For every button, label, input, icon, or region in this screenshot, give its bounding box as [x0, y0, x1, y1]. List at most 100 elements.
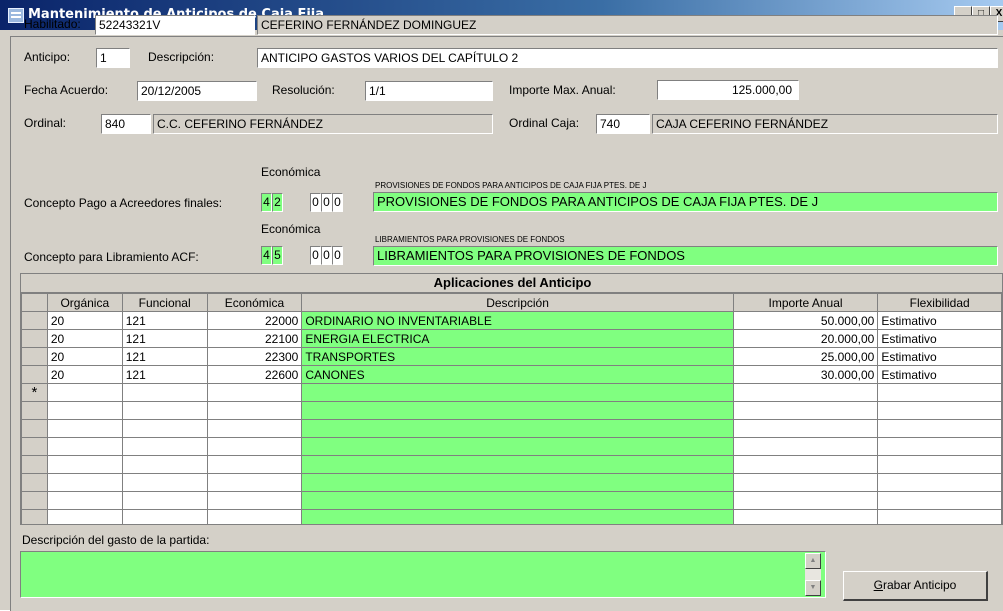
cell-descripcion: ENERGIA ELECTRICA — [301, 329, 734, 348]
cell-organica[interactable]: 20 — [46, 311, 123, 330]
cell-organica[interactable]: 20 — [46, 329, 123, 348]
resolucion-label: Resolución: — [272, 83, 335, 97]
row-selector[interactable] — [21, 365, 48, 384]
table-row[interactable]: 20 121 22300 TRANSPORTES 25.000,00 Estim… — [21, 347, 1002, 366]
table-row[interactable]: 20 121 22600 CANONES 30.000,00 Estimativ… — [21, 365, 1002, 384]
cell-economica[interactable]: 22000 — [206, 311, 303, 330]
cell-importe[interactable]: 50.000,00 — [732, 311, 879, 330]
cell-flexibilidad[interactable]: Estimativo — [877, 311, 1002, 330]
cell-flexibilidad[interactable]: Estimativo — [877, 365, 1002, 384]
concepto-libramiento-digit-2[interactable]: 5 — [272, 246, 283, 265]
importe-max-label: Importe Max. Anual: — [509, 83, 616, 97]
empty-cell — [301, 419, 734, 438]
col-flexibilidad[interactable]: Flexibilidad — [877, 293, 1002, 312]
grabar-anticipo-button[interactable]: Grabar Anticipo — [843, 571, 988, 601]
cell-organica[interactable]: 20 — [46, 365, 123, 384]
ordinal-code-field[interactable]: 840 — [101, 114, 151, 134]
habilitado-name-field: CEFERINO FERNÁNDEZ DOMINGUEZ — [257, 15, 998, 35]
concepto-pago-digit-1[interactable]: 4 — [261, 193, 272, 212]
row-selector[interactable] — [21, 347, 48, 366]
economica-label-1: Económica — [261, 165, 321, 179]
resolucion-field[interactable]: 1/1 — [365, 81, 493, 101]
table-row[interactable]: 20 121 22000 ORDINARIO NO INVENTARIABLE … — [21, 311, 1002, 330]
cell-importe[interactable]: 25.000,00 — [732, 347, 879, 366]
grid-caption: Aplicaciones del Anticipo — [21, 274, 1002, 293]
cell-funcional[interactable]: 121 — [121, 329, 208, 348]
descripcion-label: Descripción: — [148, 50, 215, 64]
table-row[interactable]: 20 121 22100 ENERGIA ELECTRICA 20.000,00… — [21, 329, 1002, 348]
empty-cell — [301, 491, 734, 510]
col-funcional[interactable]: Funcional — [121, 293, 208, 312]
empty-cell — [206, 473, 303, 492]
new-row[interactable]: * — [21, 383, 1002, 402]
ordinal-caja-label: Ordinal Caja: — [509, 116, 580, 130]
empty-cell — [301, 455, 734, 474]
empty-cell[interactable] — [732, 383, 879, 402]
memo-field[interactable] — [20, 551, 826, 598]
new-row-marker-icon[interactable]: * — [21, 383, 48, 402]
col-organica[interactable]: Orgánica — [46, 293, 123, 312]
concepto-libramiento-digit-4[interactable]: 0 — [321, 246, 332, 265]
empty-cell — [301, 401, 734, 420]
importe-max-field[interactable]: 125.000,00 — [657, 80, 799, 100]
cell-funcional[interactable]: 121 — [121, 347, 208, 366]
cell-economica[interactable]: 22600 — [206, 365, 303, 384]
app-icon — [8, 8, 24, 23]
cell-importe[interactable]: 30.000,00 — [732, 365, 879, 384]
empty-cell — [46, 491, 123, 510]
concepto-pago-digit-3[interactable]: 0 — [310, 193, 321, 212]
cell-economica[interactable]: 22100 — [206, 329, 303, 348]
anticipo-field[interactable]: 1 — [96, 48, 130, 68]
row-selector[interactable] — [21, 329, 48, 348]
cell-descripcion: CANONES — [301, 365, 734, 384]
cell-funcional[interactable]: 121 — [121, 365, 208, 384]
col-importe-anual[interactable]: Importe Anual — [732, 293, 879, 312]
cell-importe[interactable]: 20.000,00 — [732, 329, 879, 348]
row-selector — [21, 401, 48, 420]
row-selector — [21, 509, 48, 524]
empty-cell — [877, 509, 1002, 524]
row-selector — [21, 455, 48, 474]
empty-cell — [732, 473, 879, 492]
empty-cell — [206, 509, 303, 524]
empty-cell — [732, 509, 879, 524]
memo-scrollbar[interactable]: ▲ ▼ — [805, 553, 821, 596]
col-economica[interactable]: Económica — [206, 293, 303, 312]
concepto-libramiento-field: LIBRAMIENTOS PARA PROVISIONES DE FONDOS — [373, 246, 998, 266]
empty-row — [21, 455, 1002, 474]
empty-cell — [877, 437, 1002, 456]
empty-cell — [301, 437, 734, 456]
empty-cell[interactable] — [206, 383, 303, 402]
empty-cell[interactable] — [121, 383, 208, 402]
col-descripcion[interactable]: Descripción — [301, 293, 734, 312]
concepto-libramiento-digit-5[interactable]: 0 — [332, 246, 343, 265]
concepto-libramiento-digit-1[interactable]: 4 — [261, 246, 272, 265]
cell-flexibilidad[interactable]: Estimativo — [877, 347, 1002, 366]
scroll-up-icon[interactable]: ▲ — [805, 553, 821, 569]
concepto-libramiento-label: Concepto para Libramiento ACF: — [24, 250, 199, 264]
empty-cell — [121, 437, 208, 456]
row-selector — [21, 419, 48, 438]
concepto-pago-digit-2[interactable]: 2 — [272, 193, 283, 212]
scroll-down-icon[interactable]: ▼ — [805, 580, 821, 596]
row-selector — [21, 491, 48, 510]
descripcion-field[interactable]: ANTICIPO GASTOS VARIOS DEL CAPÍTULO 2 — [257, 48, 998, 68]
concepto-libramiento-digit-3[interactable]: 0 — [310, 246, 321, 265]
fecha-acuerdo-label: Fecha Acuerdo: — [24, 83, 109, 97]
fecha-acuerdo-field[interactable]: 20/12/2005 — [137, 81, 257, 101]
ordinal-caja-code-field[interactable]: 740 — [596, 114, 650, 134]
empty-cell[interactable] — [877, 383, 1002, 402]
empty-cell — [732, 437, 879, 456]
habilitado-code-field[interactable]: 52243321V — [95, 15, 255, 35]
aplicaciones-table: Orgánica Funcional Económica Descripción… — [21, 293, 1002, 524]
row-selector[interactable] — [21, 311, 48, 330]
aplicaciones-grid[interactable]: Aplicaciones del Anticipo Orgánica Funci… — [20, 273, 1003, 525]
cell-economica[interactable]: 22300 — [206, 347, 303, 366]
concepto-pago-digit-5[interactable]: 0 — [332, 193, 343, 212]
cell-flexibilidad[interactable]: Estimativo — [877, 329, 1002, 348]
concepto-pago-digit-4[interactable]: 0 — [321, 193, 332, 212]
cell-organica[interactable]: 20 — [46, 347, 123, 366]
cell-funcional[interactable]: 121 — [121, 311, 208, 330]
empty-cell — [46, 401, 123, 420]
empty-cell[interactable] — [46, 383, 123, 402]
